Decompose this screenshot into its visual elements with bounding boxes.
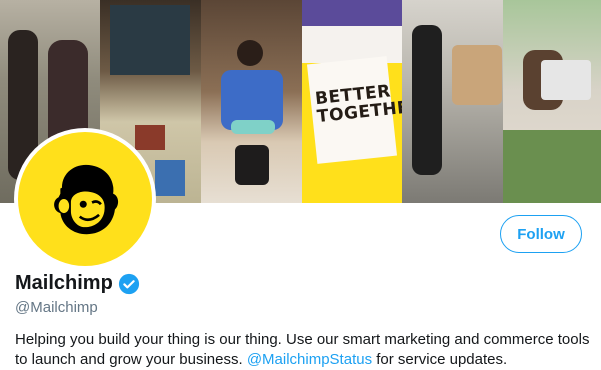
profile-handle: @Mailchimp bbox=[15, 299, 98, 316]
profile-name-row: Mailchimp bbox=[15, 272, 140, 295]
better-together-text: BETTER TOGETHER bbox=[314, 81, 402, 128]
profile-bio: Helping you build your thing is our thin… bbox=[15, 330, 590, 370]
verified-badge-icon bbox=[118, 273, 139, 294]
display-name[interactable]: Mailchimp bbox=[15, 272, 113, 295]
follow-button[interactable]: Follow bbox=[500, 215, 582, 253]
banner-photo-car-trunk bbox=[402, 0, 503, 203]
banner-better-together: BETTER TOGETHER bbox=[302, 0, 402, 203]
mailchimp-freddie-logo-icon bbox=[54, 164, 119, 235]
banner-photo-laptop bbox=[503, 0, 601, 203]
avatar[interactable] bbox=[18, 132, 152, 266]
banner-photo-haircut bbox=[201, 0, 302, 203]
bio-text-end: for service updates. bbox=[372, 351, 508, 368]
bio-mention-link[interactable]: @MailchimpStatus bbox=[247, 351, 372, 368]
